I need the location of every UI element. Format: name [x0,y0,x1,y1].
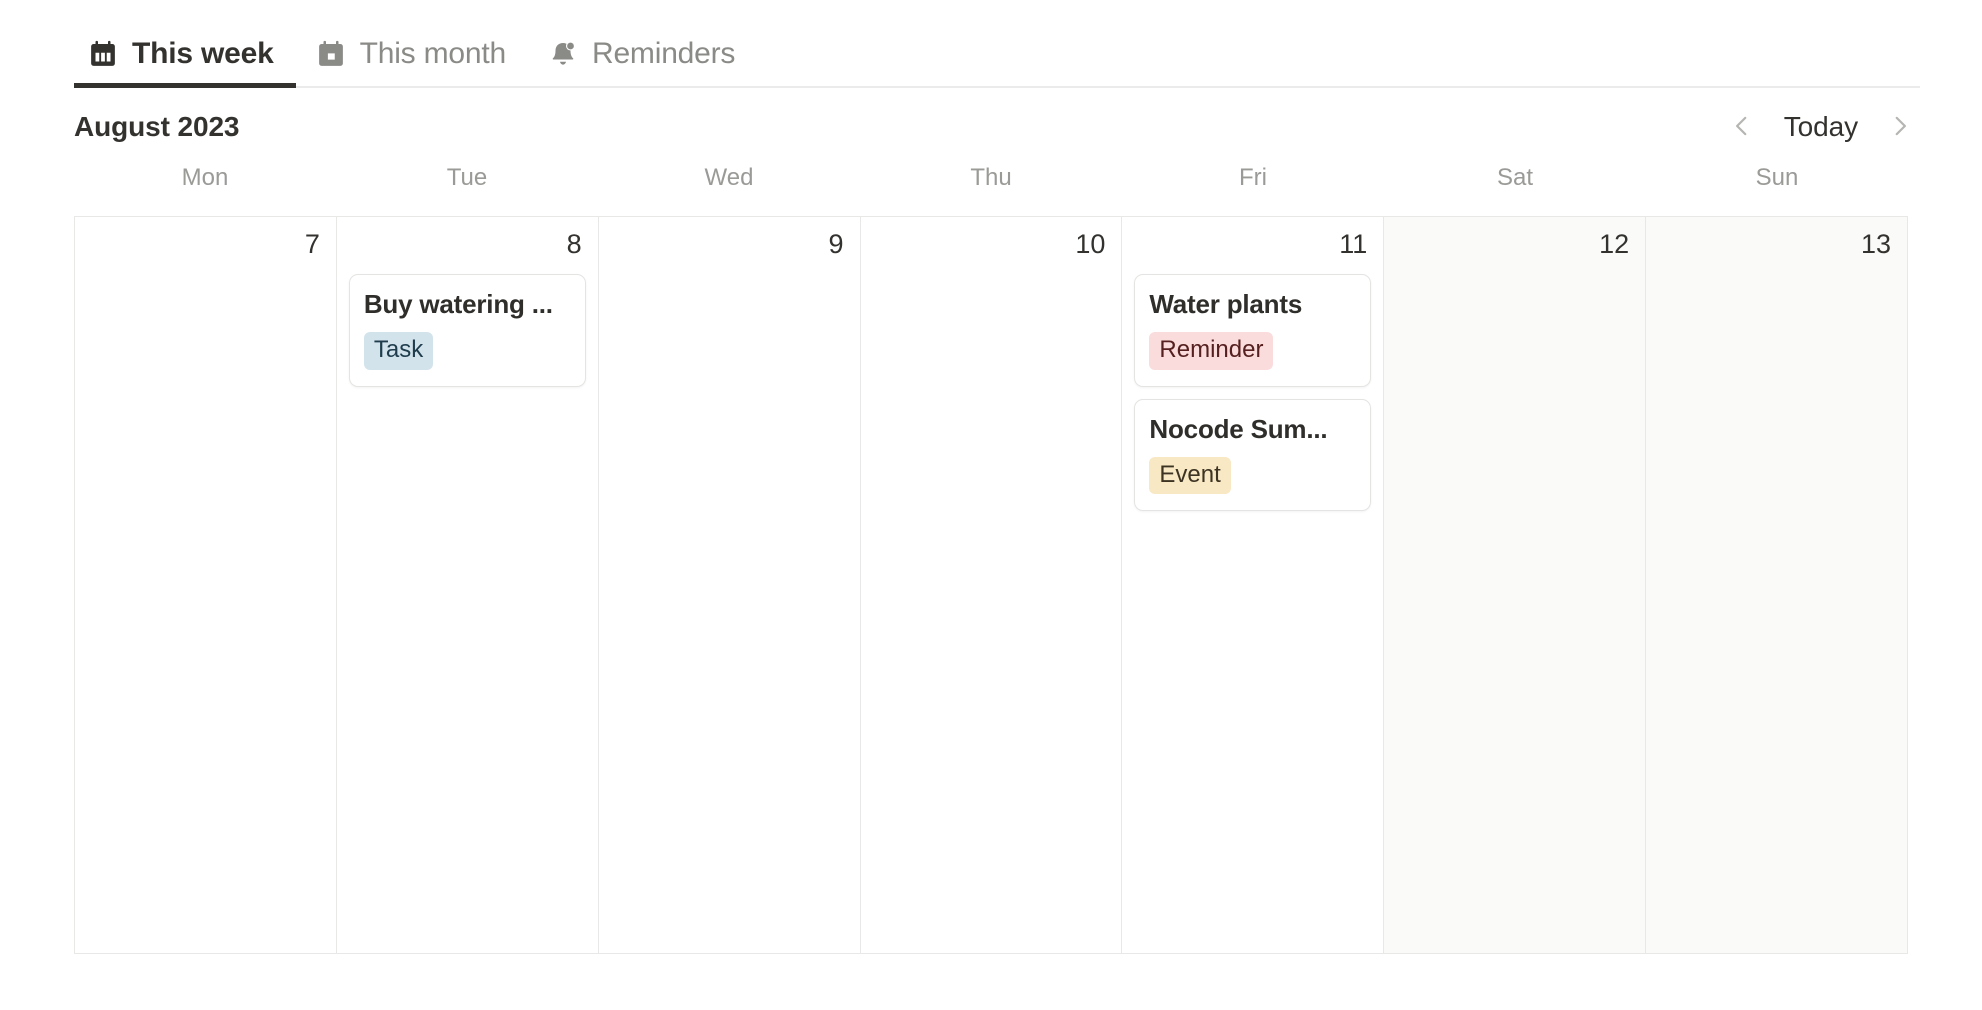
tab-reminders-label: Reminders [591,37,736,70]
chevron-left-icon [1729,113,1755,142]
calendar-month-icon [316,39,346,69]
day-number: 12 [1599,229,1630,259]
chevron-right-icon [1887,113,1913,142]
tab-reminders[interactable]: Reminders [528,20,757,88]
event-card[interactable]: Nocode Sum... Event [1134,398,1372,512]
weekday-label-thu: Thu [970,164,1012,191]
day-cell[interactable]: 9 [599,217,861,953]
tab-this-week[interactable]: This week [74,20,296,88]
event-card-title: Nocode Sum... [1149,413,1328,444]
week-day-grid: 7 8 Buy watering ... Task 9 10 11 Water … [74,216,1908,954]
event-card-title: Buy watering ... [363,289,553,319]
day-cell[interactable]: 10 [861,217,1123,953]
status-badge: Event [1149,456,1231,495]
event-card[interactable]: Water plants Reminder [1134,274,1372,387]
day-number: 9 [828,229,844,259]
day-number: 10 [1075,229,1106,259]
bell-icon [548,39,578,69]
tab-this-month[interactable]: This month [296,20,528,88]
day-number: 13 [1860,229,1891,259]
tab-this-month-label: This month [359,37,507,70]
tab-bar: This week This month Reminders [74,0,1920,88]
day-number: 8 [566,229,582,259]
weekday-label-tue: Tue [446,164,488,191]
calendar-week-icon [88,39,118,69]
day-cell[interactable]: 11 Water plants Reminder Nocode Sum... E… [1122,217,1385,953]
tab-this-week-label: This week [132,37,274,70]
day-number: 7 [304,229,320,259]
day-cell[interactable]: 8 Buy watering ... Task [337,217,599,953]
event-card[interactable]: Buy watering ... Task [348,274,586,387]
calendar-header: August 2023 Today [74,88,1920,150]
prev-week-button[interactable] [1722,107,1762,147]
event-card-title: Water plants [1149,289,1303,319]
weekday-label-sun: Sun [1755,164,1799,191]
page-title: August 2023 [74,111,240,142]
weekday-label-sat: Sat [1496,164,1534,191]
day-number: 11 [1339,229,1368,259]
status-badge: Reminder [1149,332,1274,370]
calendar-nav: Today [1722,107,1920,147]
weekday-label-mon: Mon [181,164,229,191]
status-badge: Task [363,332,434,370]
day-cell[interactable]: 12 [1384,217,1647,953]
day-cell[interactable]: 7 [75,217,337,953]
today-button[interactable]: Today [1774,111,1868,143]
weekday-label-wed: Wed [704,164,754,191]
weekday-header-row: Mon Tue Wed Thu Fri Sat Sun [74,164,1908,206]
weekday-label-fri: Fri [1239,164,1267,191]
day-cell[interactable]: 13 [1646,217,1908,953]
next-week-button[interactable] [1880,107,1920,147]
